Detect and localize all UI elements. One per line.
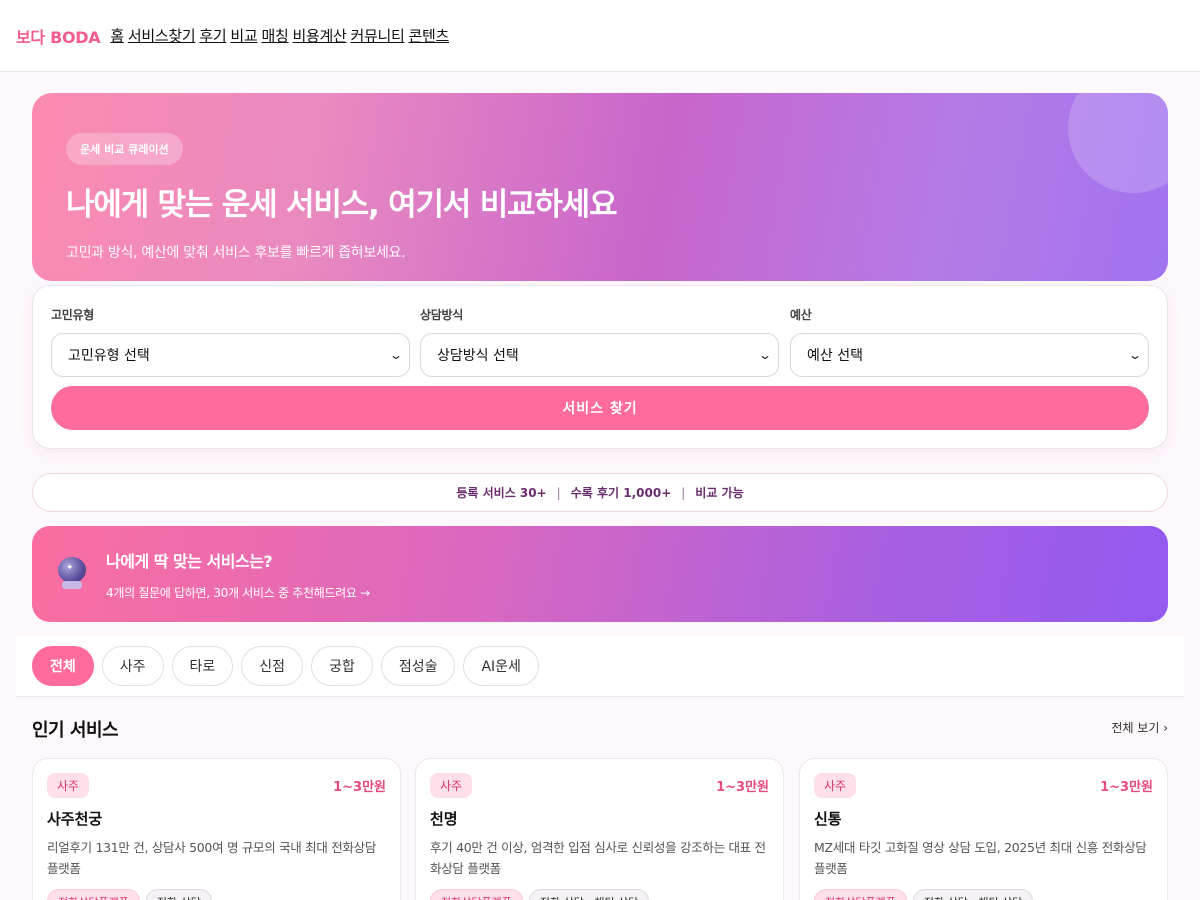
tab-all[interactable]: 전체 — [32, 646, 94, 686]
nav-links: 홈 서비스찾기 후기 비교 매칭 비용계산 커뮤니티 콘텐츠 — [110, 25, 449, 46]
service-name: 천명 — [430, 810, 458, 828]
service-name: 신통 — [814, 810, 842, 828]
chevron-down-icon: ⌄ — [757, 348, 773, 362]
service-tag: 전화 상담 · 채팅 상담 — [912, 889, 1034, 900]
service-name: 사주천궁 — [47, 810, 103, 828]
service-description: 리얼후기 131만 건, 상담사 500여 명 규모의 국내 최대 전화상담 플… — [47, 840, 377, 876]
nav-link-find-service[interactable]: 서비스찾기 — [128, 25, 196, 46]
price-range: 1~3만원 — [716, 780, 769, 795]
tab-tarot[interactable]: 타로 — [171, 646, 234, 686]
filter-budget: 예산 예산 선택 ⌄ — [790, 306, 1149, 377]
recommendation-quiz-banner[interactable]: ✦ 나에게 딱 맞는 서비스는? 4개의 질문에 답하면, 30개 서비스 중 … — [32, 526, 1168, 622]
decorative-circle — [1068, 93, 1168, 193]
category-badge: 사주 — [814, 773, 857, 798]
service-tag: 전화상담플랫폼 — [47, 889, 140, 900]
service-tag: 전화 상담 · 채팅 상담 — [528, 889, 650, 900]
hero-badge: 운세 비교 큐레이션 — [66, 133, 183, 165]
stat-separator: | — [681, 485, 686, 500]
consult-method-select-value: 상담방식 선택 — [437, 348, 519, 364]
chevron-down-icon: ⌄ — [388, 348, 404, 362]
service-filter-form: 고민유형 고민유형 선택 ⌄ 상담방식 상담방식 선택 ⌄ 예산 예산 선택 ⌄… — [32, 285, 1168, 449]
service-card[interactable]: 사주 1~3만원 신통 MZ세대 타깃 고화질 영상 상담 도입, 2025년 … — [799, 758, 1168, 900]
section-title-popular: 인기 서비스 — [32, 720, 119, 741]
tab-compatibility[interactable]: 궁합 — [311, 646, 373, 686]
price-range: 1~3만원 — [333, 780, 386, 795]
budget-select[interactable]: 예산 선택 ⌄ — [790, 333, 1149, 377]
nav-link-community[interactable]: 커뮤니티 — [350, 25, 404, 46]
top-navigation: 보다 BODA 홈 서비스찾기 후기 비교 매칭 비용계산 커뮤니티 콘텐츠 — [0, 0, 1200, 72]
promo-title: 나에게 딱 맞는 서비스는? — [106, 551, 273, 571]
budget-select-value: 예산 선택 — [807, 348, 863, 364]
service-tag: 전화상담플랫폼 — [430, 889, 523, 900]
hero-banner: 운세 비교 큐레이션 나에게 맞는 운세 서비스, 여기서 비교하세요 고민과 … — [32, 93, 1168, 281]
tab-astrology[interactable]: 점성술 — [380, 646, 456, 686]
crystal-ball-icon: ✦ — [56, 557, 90, 591]
nav-link-home[interactable]: 홈 — [110, 25, 124, 46]
filter-label-budget: 예산 — [790, 308, 812, 322]
promo-text: 나에게 딱 맞는 서비스는? 4개의 질문에 답하면, 30개 서비스 중 추천… — [106, 548, 370, 601]
filter-worry-type: 고민유형 고민유형 선택 ⌄ — [51, 306, 410, 377]
consult-method-select[interactable]: 상담방식 선택 ⌄ — [420, 333, 779, 377]
nav-link-contents[interactable]: 콘텐츠 — [408, 25, 449, 46]
promo-subtitle[interactable]: 4개의 질문에 답하면, 30개 서비스 중 추천해드려요 → — [106, 584, 370, 601]
stat-registered-services: 등록 서비스 30+ — [456, 486, 547, 500]
nav-link-cost-calculator[interactable]: 비용계산 — [292, 25, 346, 46]
service-tag: 전화 상담 — [145, 889, 212, 900]
service-description: MZ세대 타깃 고화질 영상 상담 도입, 2025년 최대 신흥 전화상담 플… — [814, 840, 1147, 876]
find-service-button[interactable]: 서비스 찾기 — [51, 386, 1149, 430]
logo[interactable]: 보다 BODA — [16, 24, 101, 48]
stats-bar: 등록 서비스 30+ | 수록 후기 1,000+ | 비교 가능 — [32, 473, 1168, 512]
tab-shinjeom[interactable]: 신점 — [241, 646, 304, 686]
worry-type-select[interactable]: 고민유형 선택 ⌄ — [51, 333, 410, 377]
service-card[interactable]: 사주 1~3만원 천명 후기 40만 건 이상, 엄격한 입점 심사로 신뢰성을… — [415, 758, 784, 900]
nav-link-matching[interactable]: 매칭 — [261, 25, 288, 46]
service-description: 후기 40만 건 이상, 엄격한 입점 심사로 신뢰성을 강조하는 대표 전화상… — [430, 840, 766, 876]
tab-saju[interactable]: 사주 — [101, 646, 164, 686]
stat-separator: | — [556, 485, 561, 500]
nav-link-reviews[interactable]: 후기 — [199, 25, 226, 46]
stat-comparable: 비교 가능 — [695, 486, 744, 500]
service-tag: 전화상담플랫폼 — [814, 889, 907, 900]
chevron-down-icon: ⌄ — [1127, 348, 1143, 362]
hero-subtitle: 고민과 방식, 예산에 맞춰 서비스 후보를 빠르게 좁혀보세요. — [66, 245, 406, 261]
stat-reviews: 수록 후기 1,000+ — [570, 486, 672, 500]
worry-type-select-value: 고민유형 선택 — [68, 348, 150, 364]
filter-label-consult-method: 상담방식 — [420, 308, 463, 322]
service-card[interactable]: 사주 1~3만원 사주천궁 리얼후기 131만 건, 상담사 500여 명 규모… — [32, 758, 401, 900]
tab-ai-fortune[interactable]: AI운세 — [463, 646, 539, 686]
category-tabs: 전체 사주 타로 신점 궁합 점성술 AI운세 — [16, 636, 1184, 697]
hero-title: 나에게 맞는 운세 서비스, 여기서 비교하세요 — [66, 187, 618, 223]
nav-link-compare[interactable]: 비교 — [230, 25, 257, 46]
see-all-link[interactable]: 전체 보기 › — [1111, 719, 1168, 736]
category-badge: 사주 — [430, 773, 473, 798]
filter-label-worry-type: 고민유형 — [51, 308, 94, 322]
filter-consult-method: 상담방식 상담방식 선택 ⌄ — [420, 306, 779, 377]
category-badge: 사주 — [47, 773, 90, 798]
price-range: 1~3만원 — [1100, 780, 1153, 795]
